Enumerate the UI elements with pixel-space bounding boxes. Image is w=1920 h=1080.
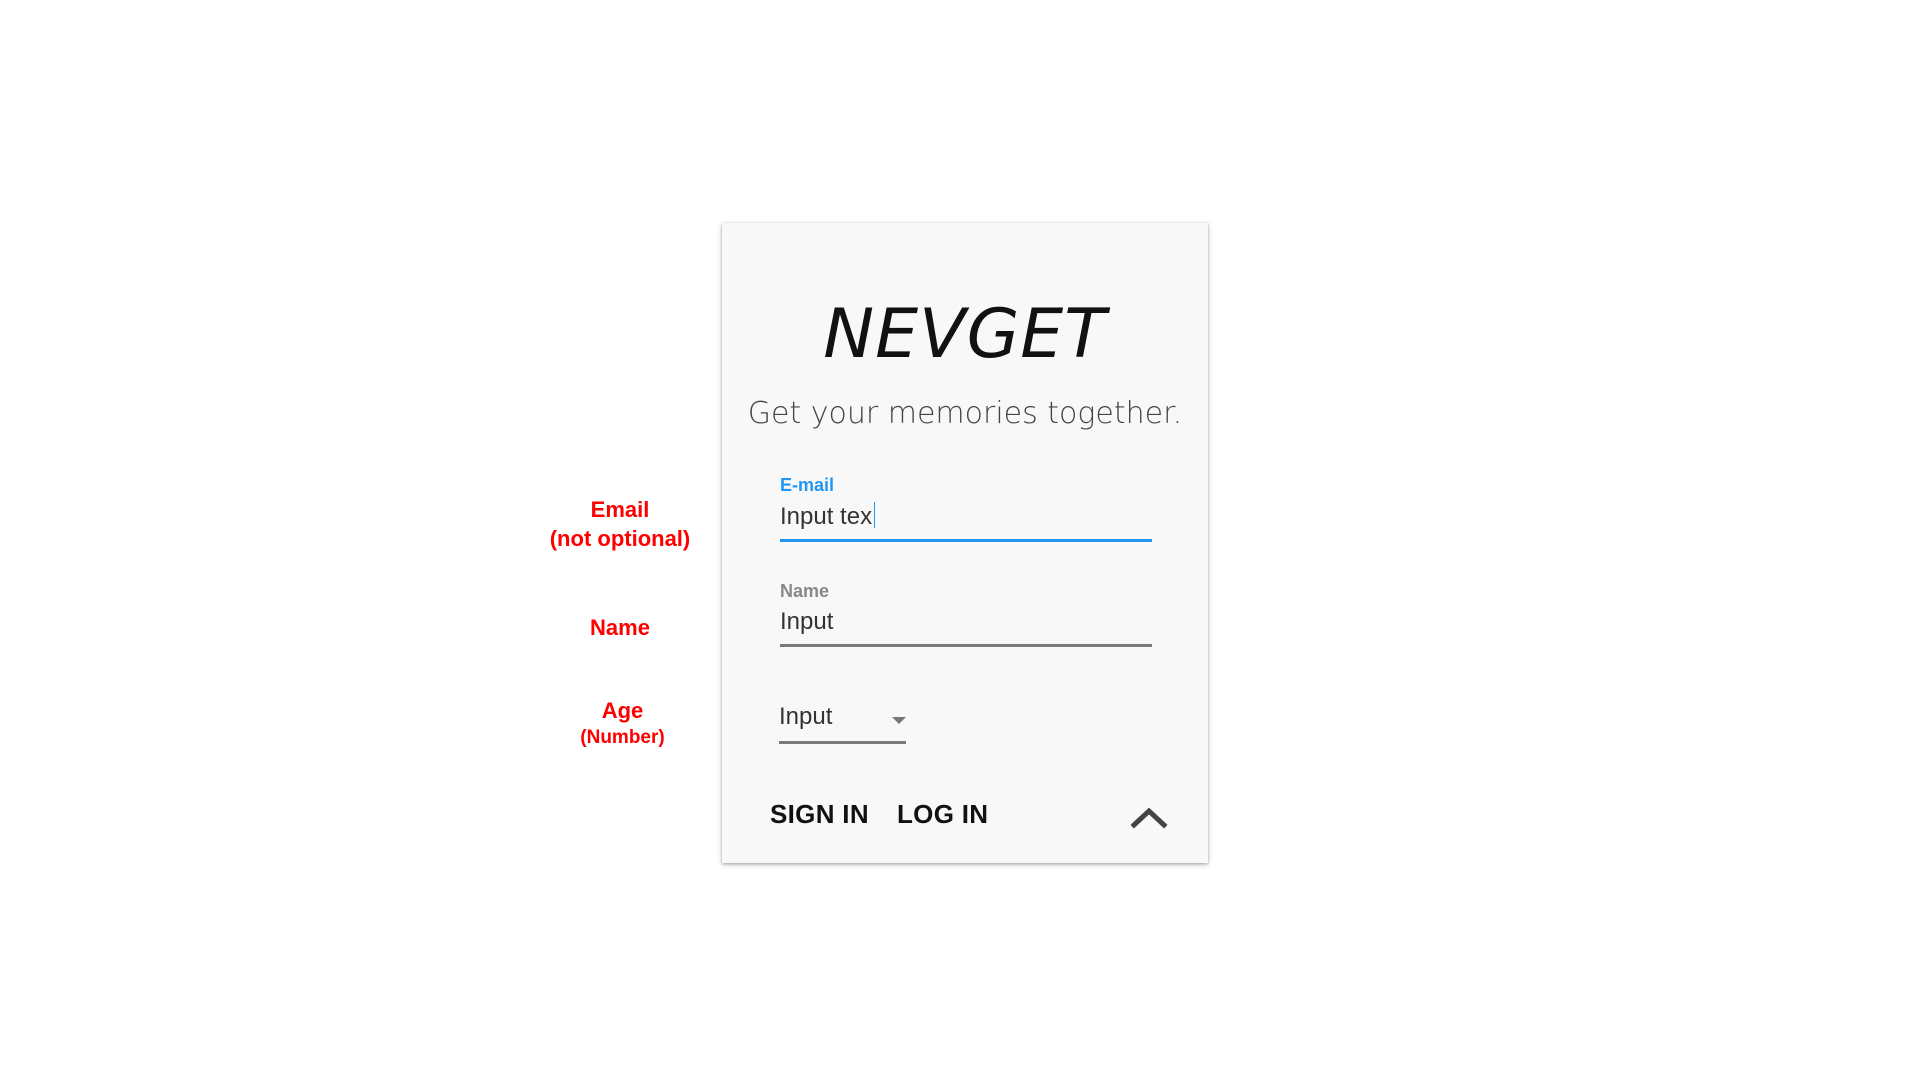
annotation-email-note: (not optional)	[549, 525, 691, 551]
email-underline	[780, 539, 1152, 542]
log-in-button[interactable]: LOG IN	[897, 799, 988, 830]
email-input-text: Input tex	[780, 503, 873, 530]
page: Email (not optional) Name Age (Number) N…	[0, 0, 1920, 1080]
sign-in-button[interactable]: SIGN IN	[770, 799, 869, 830]
signup-card: NEVGET Get your memories together. E-mai…	[722, 223, 1208, 863]
name-input[interactable]: Input	[780, 608, 1152, 644]
caret-down-icon[interactable]	[892, 713, 906, 727]
age-underline	[779, 741, 906, 744]
text-cursor	[874, 502, 876, 528]
email-label: E-mail	[780, 475, 835, 495]
annotation-name-title: Name	[590, 615, 650, 640]
annotation-email: Email (not optional)	[535, 496, 705, 553]
annotation-age-note: (Number)	[580, 726, 665, 748]
name-underline	[780, 644, 1152, 647]
age-select-row[interactable]: Input	[779, 701, 906, 737]
email-field[interactable]: E-mail Input tex	[780, 475, 1152, 542]
chevron-up-icon[interactable]	[1130, 801, 1168, 831]
annotation-name: Name	[535, 614, 705, 643]
name-field[interactable]: Name Input	[780, 581, 1152, 647]
tagline: Get your memories together.	[747, 396, 1183, 431]
name-label: Name	[780, 581, 830, 601]
age-select[interactable]: Input	[779, 701, 906, 744]
annotation-age-title: Age	[601, 698, 644, 723]
app-logo: NEVGET	[823, 295, 1107, 374]
email-input[interactable]: Input tex	[780, 502, 1152, 539]
annotation-email-title: Email	[590, 497, 650, 522]
age-select-value: Input	[779, 703, 833, 730]
annotation-age: Age (Number)	[540, 697, 705, 750]
